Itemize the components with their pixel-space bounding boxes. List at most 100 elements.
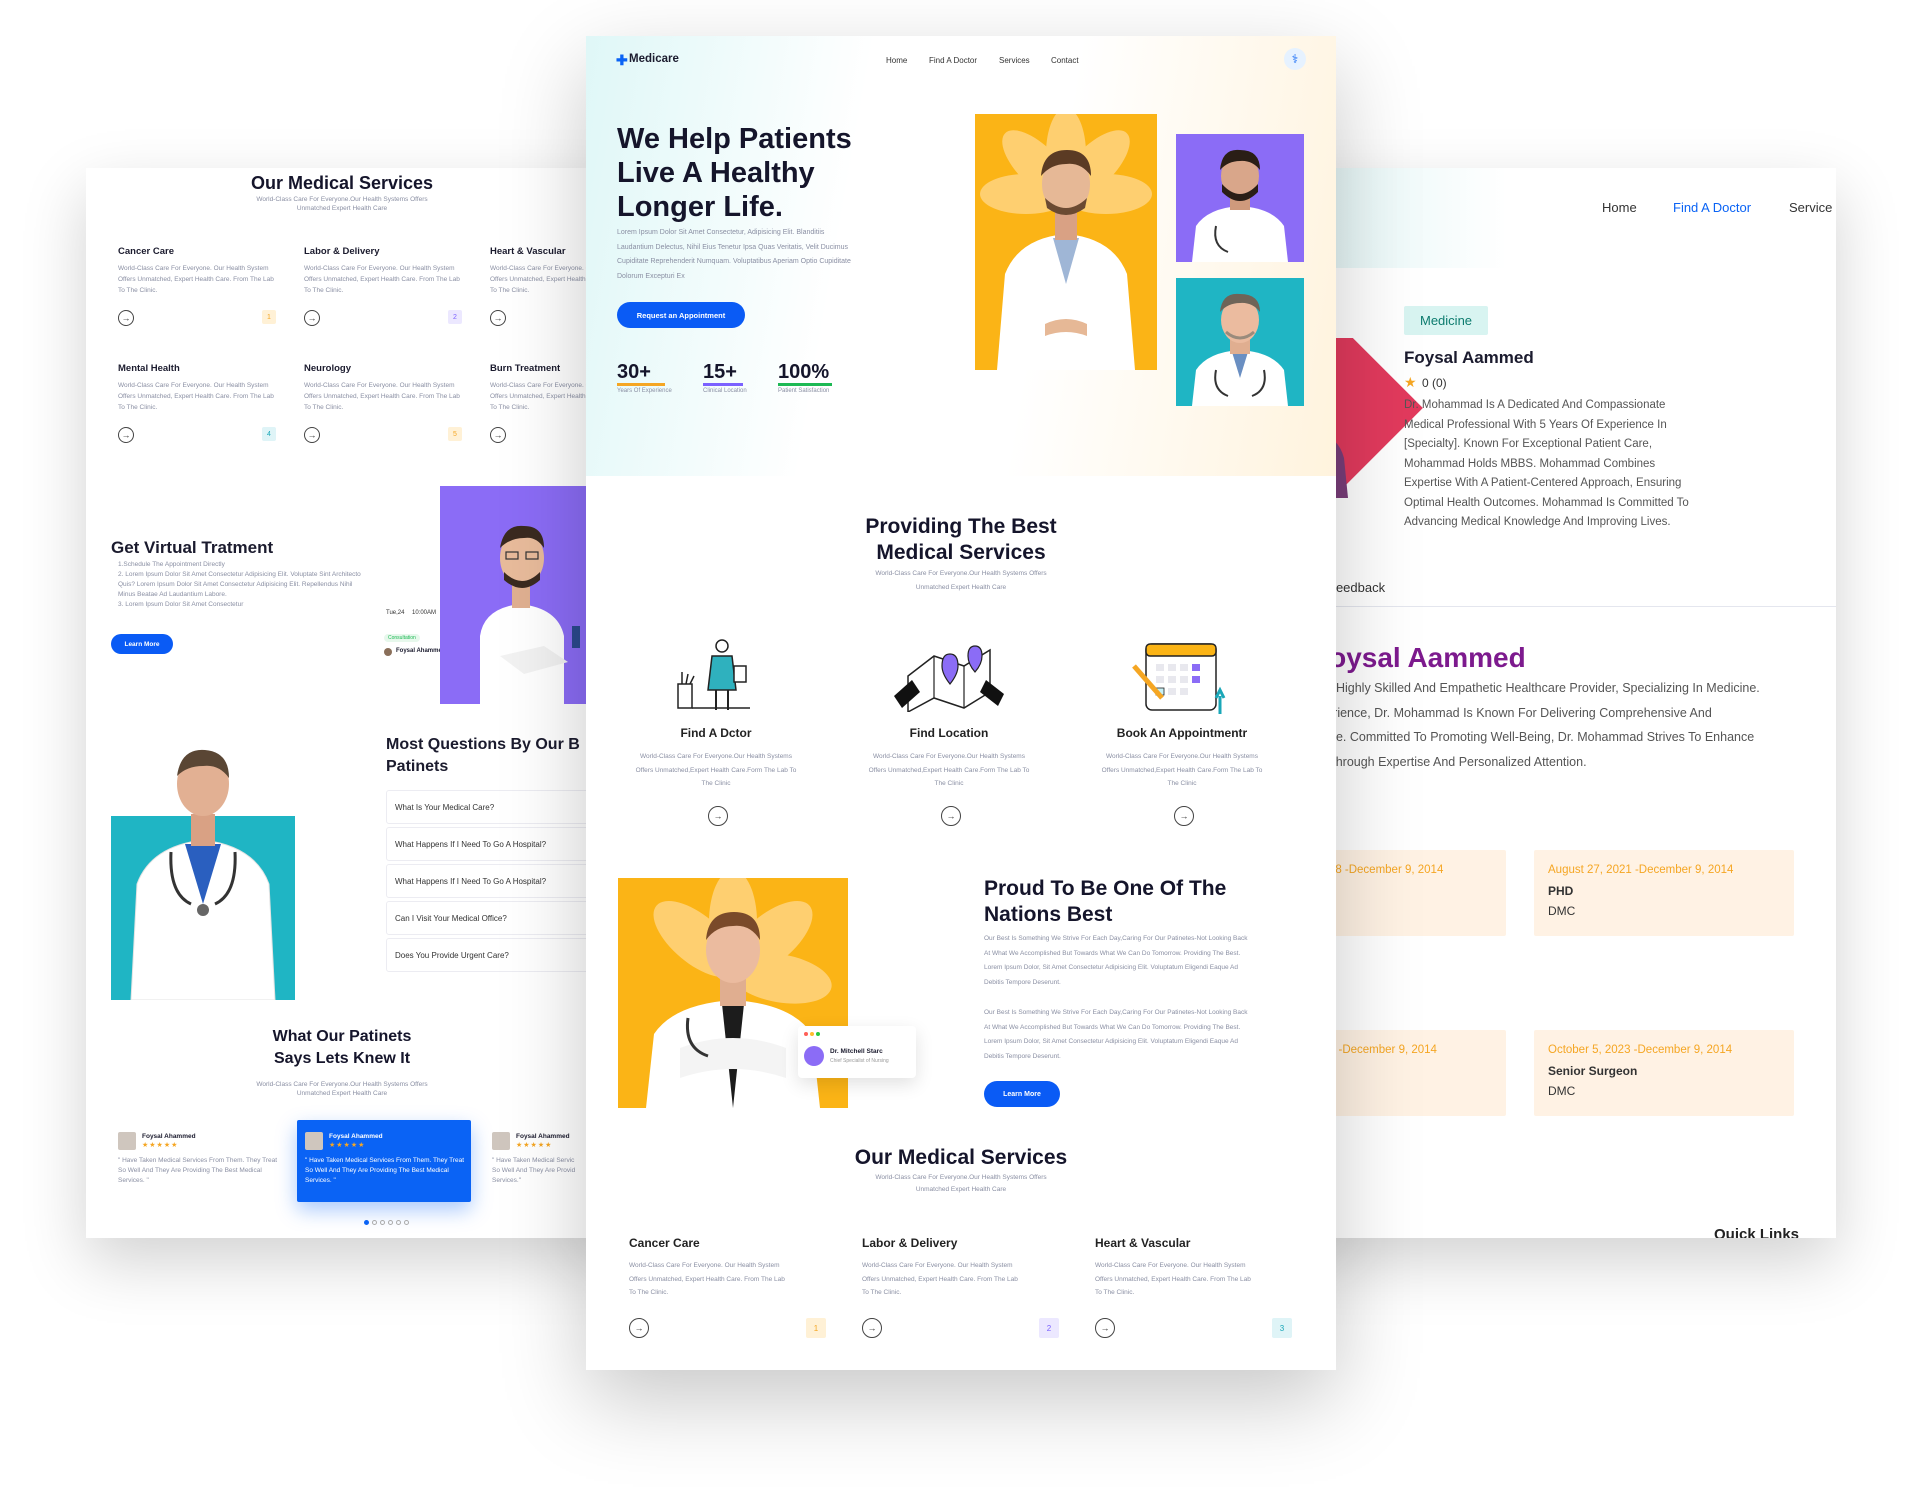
service-desc: Offers Unmatched, Expert Health Care. Fr… bbox=[304, 276, 460, 283]
about-line: nate Care. Committed To Promoting Well-B… bbox=[1288, 730, 1755, 744]
user-avatar-icon[interactable]: ⚕ bbox=[1284, 48, 1306, 70]
testimonial-subtitle-2: Unmatched Expert Health Care bbox=[296, 1090, 388, 1097]
service-desc: Offers Unmatched, Expert Health Care. Fr… bbox=[862, 1275, 1018, 1283]
avatar bbox=[305, 1132, 323, 1150]
stat-label: Patient Satisfaction bbox=[778, 388, 830, 394]
testimonial-name: Foysal Ahammed bbox=[516, 1133, 570, 1140]
star-rating: ★★★★★ bbox=[142, 1142, 179, 1149]
carousel-dots[interactable] bbox=[364, 1220, 409, 1225]
request-appointment-button[interactable]: Request an Appointment bbox=[617, 302, 745, 328]
service-title: Labor & Delivery bbox=[304, 246, 380, 257]
avatar bbox=[804, 1046, 824, 1066]
service-desc: To The Clinic. bbox=[118, 404, 158, 411]
brand-logo[interactable]: Medicare bbox=[629, 53, 679, 65]
bio-line: [Specialty]. Known For Exceptional Patie… bbox=[1404, 438, 1653, 450]
left-page-mockup: Our Medical Services World-Class Care Fo… bbox=[86, 168, 634, 1238]
testimonial-text: " Have Taken Medical Services From Them.… bbox=[305, 1157, 465, 1164]
nav-find-doctor[interactable]: Find A Doctor bbox=[929, 56, 977, 65]
faq-item[interactable]: Does You Provide Urgent Care? bbox=[386, 938, 616, 972]
service-card: Mental Health World-Class Care For Every… bbox=[118, 363, 276, 443]
service-title: Cancer Care bbox=[118, 246, 174, 257]
arrow-icon[interactable]: → bbox=[629, 1318, 649, 1338]
nav-services[interactable]: Services bbox=[999, 56, 1030, 65]
faq-item[interactable]: What Happens If I Need To Go A Hospital? bbox=[386, 864, 616, 898]
feature-desc: Offers Unmatched,Expert Health Care.Form… bbox=[868, 766, 1030, 774]
experience-institute: DMC bbox=[1548, 1084, 1576, 1098]
arrow-icon[interactable]: → bbox=[490, 427, 506, 443]
testimonial-card-active: Foysal Ahammed ★★★★★ " Have Taken Medica… bbox=[297, 1120, 471, 1202]
service-title: Mental Health bbox=[118, 363, 180, 374]
best-services-title-2: Medical Services bbox=[876, 541, 1046, 564]
star-rating: ★★★★★ bbox=[329, 1142, 366, 1149]
learn-more-button[interactable]: Learn More bbox=[111, 634, 173, 654]
faq-item[interactable]: What Is Your Medical Care? bbox=[386, 790, 616, 824]
feature-desc: World-Class Care For Everyone.Our Health… bbox=[640, 753, 792, 760]
service-desc: World-Class Care For Everyone. Our Healt… bbox=[118, 382, 269, 389]
service-desc: World-Class Care For Everyone. Our Healt… bbox=[862, 1262, 1013, 1269]
avatar bbox=[384, 648, 392, 656]
arrow-icon[interactable]: → bbox=[862, 1318, 882, 1338]
service-desc: To The Clinic. bbox=[629, 1289, 669, 1296]
doctor-card-name: Dr. Mitchell Starc bbox=[830, 1048, 883, 1055]
arrow-icon[interactable]: → bbox=[941, 806, 961, 826]
about-line: nad Is A Highly Skilled And Empathetic H… bbox=[1288, 681, 1760, 695]
nav-find-doctor[interactable]: Find A Doctor bbox=[1673, 200, 1751, 215]
feature-desc: The Clinic bbox=[701, 780, 731, 787]
proud-paragraph-1: Our Best Is Something We Strive For Each… bbox=[984, 932, 1314, 990]
quick-links-title: Quick Links bbox=[1714, 1226, 1800, 1238]
qualification-card: August 27, 2021 -December 9, 2014 PHD DM… bbox=[1534, 850, 1794, 936]
virtual-title: Get Virtual Tratment bbox=[111, 538, 274, 557]
feature-desc: World-Class Care For Everyone.Our Health… bbox=[873, 753, 1025, 760]
nav-contact[interactable]: Contact bbox=[1051, 56, 1079, 65]
stat-value: 15+ bbox=[703, 361, 737, 383]
proud-title: Proud To Be One Of The Nations Best bbox=[984, 876, 1226, 928]
specialty-badge: Medicine bbox=[1404, 306, 1489, 335]
service-desc: Offers Unmatched, Expert Health Care. Fr… bbox=[118, 276, 274, 283]
qualification-institute: DMC bbox=[1548, 904, 1576, 918]
service-card: Labor & Delivery World-Class Care For Ev… bbox=[862, 1236, 1062, 1300]
experience-card: October 5, 2023 -December 9, 2014 Senior… bbox=[1534, 1030, 1794, 1116]
proud-line: Debitis Tempore Deserunt. bbox=[984, 1052, 1061, 1060]
bio-line: Mohammad Holds MBBS. Mohammad Combines bbox=[1404, 457, 1656, 470]
service-desc: Offers Unmatched, Expert Health Care. Fr… bbox=[304, 393, 460, 400]
service-card: Cancer Care World-Class Care For Everyon… bbox=[118, 246, 276, 326]
service-desc: World-Class Care For Everyone. Our Healt… bbox=[629, 1262, 780, 1269]
service-desc: World-Class Care For Everyone. Our Healt… bbox=[118, 265, 269, 272]
proud-line: Lorem Ipsum Dolor, Sit Amet Consectetur … bbox=[984, 964, 1238, 971]
window-dots-icon bbox=[804, 1032, 820, 1036]
bio-line: Optimal Health Outcomes. Mohammad Is Com… bbox=[1404, 496, 1689, 509]
map-location-icon bbox=[894, 645, 1004, 712]
stat-label: Years Of Experience bbox=[617, 388, 672, 394]
arrow-icon[interactable]: → bbox=[118, 310, 134, 326]
service-desc: To The Clinic. bbox=[118, 287, 158, 294]
arrow-icon[interactable]: → bbox=[304, 310, 320, 326]
stat-value: 100% bbox=[778, 361, 830, 383]
arrow-icon[interactable]: → bbox=[118, 427, 134, 443]
arrow-icon[interactable]: → bbox=[490, 310, 506, 326]
hero-doctor-main bbox=[975, 114, 1157, 370]
best-services-title: Providing The Best bbox=[865, 515, 1057, 538]
service-number: 5 bbox=[448, 427, 462, 441]
arrow-icon[interactable]: → bbox=[1174, 806, 1194, 826]
faq-item[interactable]: Can I Visit Your Medical Office? bbox=[386, 901, 616, 935]
hero-title: We Help Patients Live A Healthy Longer L… bbox=[617, 122, 852, 224]
arrow-icon[interactable]: → bbox=[1095, 1318, 1115, 1338]
nav-services[interactable]: Service bbox=[1789, 200, 1832, 215]
nav-home[interactable]: Home bbox=[886, 56, 907, 65]
tab-feedback[interactable]: Feedback bbox=[1328, 580, 1385, 595]
learn-more-button[interactable]: Learn More bbox=[984, 1081, 1060, 1107]
stat-location: 15+ Clinical Location bbox=[703, 362, 747, 397]
arrow-icon[interactable]: → bbox=[304, 427, 320, 443]
virtual-line: 3. Lorem Ipsum Dolor Sit Amet Consectetu… bbox=[118, 601, 244, 608]
testimonial-name: Foysal Ahammed bbox=[142, 1133, 196, 1140]
best-services-subtitle-2: Unmatched Expert Health Care bbox=[915, 584, 1007, 591]
nav-home[interactable]: Home bbox=[1602, 200, 1637, 215]
services-title: Our Medical Services bbox=[854, 1146, 1068, 1169]
arrow-icon[interactable]: → bbox=[708, 806, 728, 826]
faq-item[interactable]: What Happens If I Need To Go A Hospital? bbox=[386, 827, 616, 861]
bio-line: Expertise With A Patient-Centered Approa… bbox=[1404, 477, 1682, 489]
service-title: Cancer Care bbox=[629, 1236, 700, 1250]
hero-title-line: Longer Life. bbox=[617, 191, 783, 223]
services-subtitle-2: Unmatched Expert Health Care bbox=[915, 1186, 1007, 1193]
doctor-bio: Dr. Mohammad Is A Dedicated And Compassi… bbox=[1404, 396, 1734, 533]
